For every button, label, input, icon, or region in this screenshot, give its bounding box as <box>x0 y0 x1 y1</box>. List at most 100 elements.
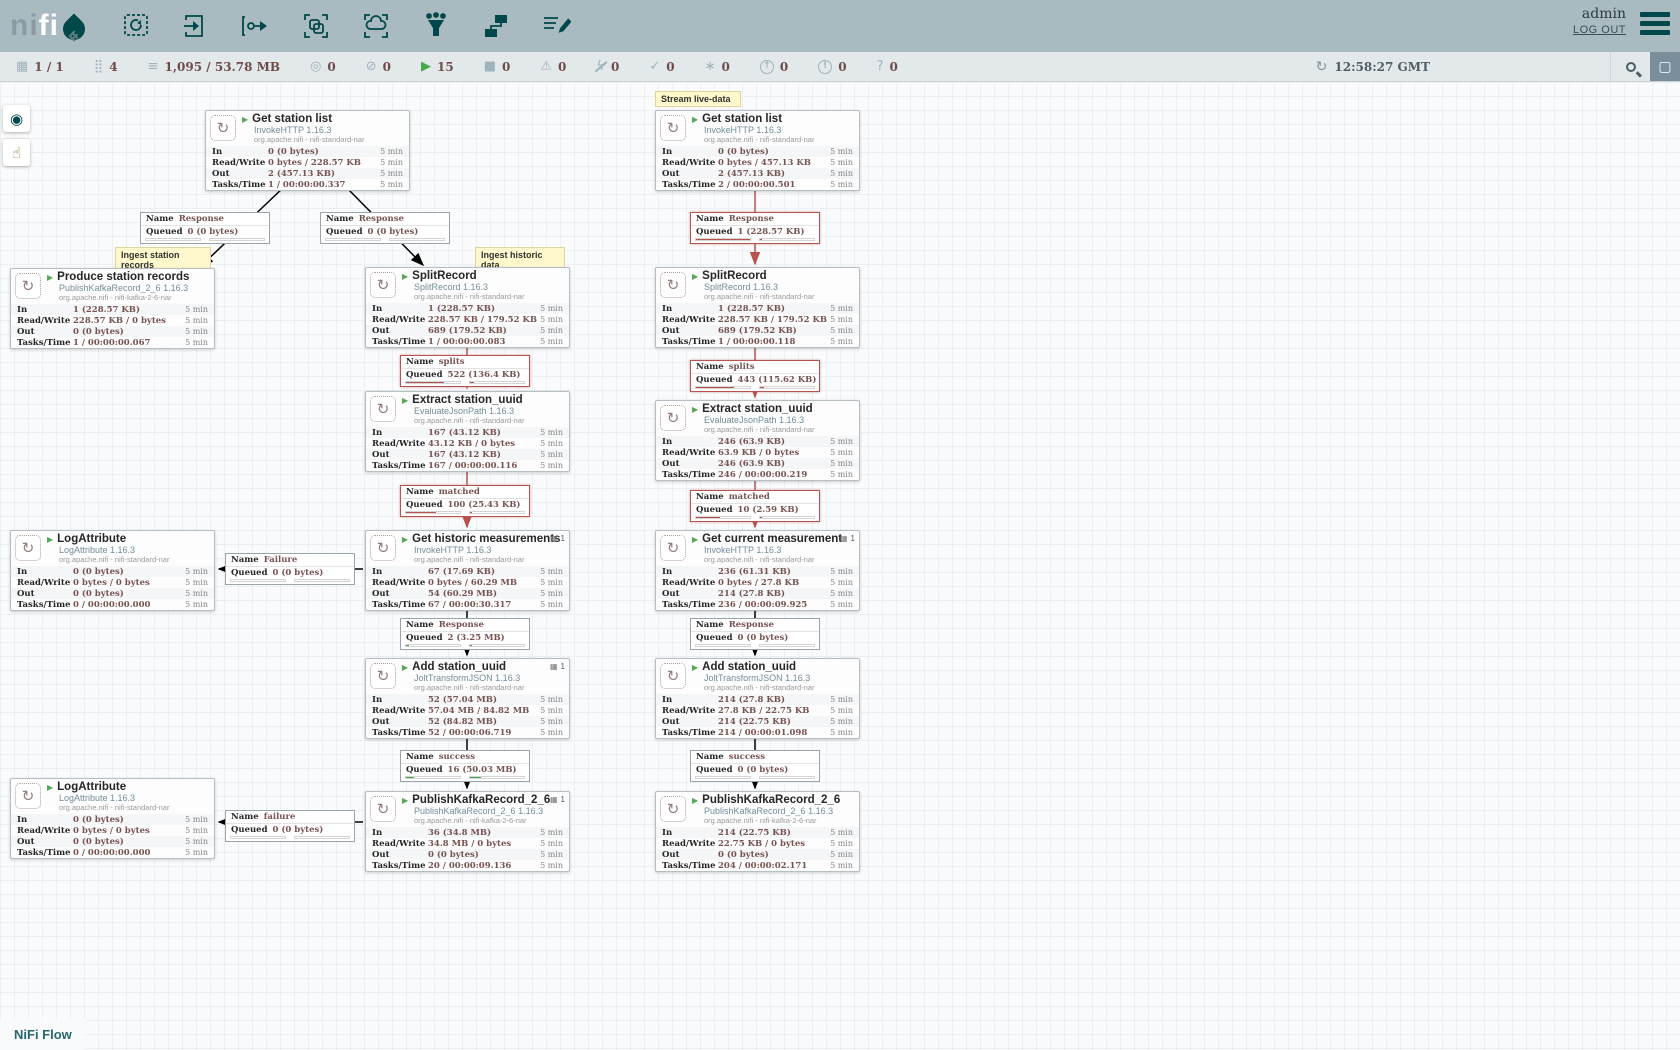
processor-bundle: org.apache.nifi - nifi-standard-nar <box>704 292 814 301</box>
processor-logattribute[interactable]: ▦ ↻ ▶ LogAttribute LogAttribute 1.16.3 o… <box>10 530 215 611</box>
backpressure-count-bar <box>230 836 286 839</box>
connection-name: success <box>439 752 475 762</box>
connection-response[interactable]: NameResponse Queued1 (228.57 KB) <box>690 212 820 244</box>
output-port-tool-button[interactable] <box>239 10 273 42</box>
connection-response[interactable]: NameResponse Queued0 (0 bytes) <box>690 618 820 650</box>
processor-stat-row: Read/Write 57.04 MB / 84.82 MB 5 min <box>366 705 569 716</box>
backpressure-size-bar <box>759 776 815 779</box>
connection-failure[interactable]: Namefailure Queued0 (0 bytes) <box>225 810 355 842</box>
stat-label: Tasks/Time <box>17 600 73 610</box>
processor-add-station-uuid[interactable]: ▦ 1 ↻ ▶ Add station_uuid JoltTransformJS… <box>365 658 570 739</box>
stat-value: 54 (60.29 MB) <box>428 589 537 599</box>
label-stream-live-data[interactable]: Stream live-data <box>655 91 741 107</box>
processor-tool-button[interactable] <box>119 10 153 42</box>
stat-label: Out <box>212 169 268 179</box>
connection-name-key: Name <box>696 752 724 762</box>
stat-value: 0 (0 bytes) <box>73 837 182 847</box>
stat-label: In <box>372 428 428 438</box>
processor-stat-row: Out 214 (22.75 KB) 5 min <box>656 716 859 727</box>
stat-period: 5 min <box>827 147 853 156</box>
logout-link[interactable]: LOG OUT <box>1573 24 1626 36</box>
status-value: 15 <box>437 60 454 74</box>
processor-bundle: org.apache.nifi - nifi-standard-nar <box>254 135 364 144</box>
stat-label: Tasks/Time <box>662 728 718 738</box>
processor-get-station-list[interactable]: ▦ ↻ ▶ Get station list InvokeHTTP 1.16.3… <box>655 110 860 191</box>
disabled-icon: ϟ <box>596 60 605 74</box>
connection-name-key: Name <box>326 214 354 224</box>
connection-name-key: Name <box>406 487 434 497</box>
stat-label: Out <box>17 327 73 337</box>
connection-failure[interactable]: NameFailure Queued0 (0 bytes) <box>225 553 355 585</box>
processor-name: LogAttribute <box>57 533 126 545</box>
connection-response[interactable]: NameResponse Queued0 (0 bytes) <box>320 212 450 244</box>
connection-queued-key: Queued <box>406 633 443 643</box>
input-port-tool-button[interactable] <box>179 10 213 42</box>
processor-splitrecord[interactable]: ▦ ↻ ▶ SplitRecord SplitRecord 1.16.3 org… <box>655 267 860 348</box>
label-tool-button[interactable] <box>539 10 573 42</box>
processor-produce-station-records[interactable]: ▦ ↻ ▶ Produce station records PublishKaf… <box>10 268 215 349</box>
backpressure-size-bar <box>209 238 265 241</box>
stat-label: Tasks/Time <box>372 861 428 871</box>
stat-period: 5 min <box>827 567 853 576</box>
backpressure-bars <box>401 511 529 516</box>
processor-get-historic-measurements[interactable]: ▦ 1 ↻ ▶ Get historic measurements Invoke… <box>365 530 570 611</box>
global-menu-button[interactable] <box>1640 8 1670 39</box>
connection-response[interactable]: NameResponse Queued0 (0 bytes) <box>140 212 270 244</box>
search-button[interactable] <box>1610 52 1650 81</box>
stat-label: Tasks/Time <box>372 337 428 347</box>
processor-stamp-icon: ↻ <box>660 535 686 561</box>
status-value: 0 <box>838 60 846 74</box>
processor-get-station-list[interactable]: ▦ ↻ ▶ Get station list InvokeHTTP 1.16.3… <box>205 110 410 191</box>
process-group-tool-button[interactable] <box>299 10 333 42</box>
connection-matched[interactable]: Namematched Queued100 (25.43 KB) <box>400 485 530 517</box>
stat-period: 5 min <box>827 437 853 446</box>
processor-stat-row: Read/Write 27.8 KB / 22.75 KB 5 min <box>656 705 859 716</box>
connection-matched[interactable]: Namematched Queued10 (2.59 KB) <box>690 490 820 522</box>
connection-name: Response <box>439 620 484 630</box>
connection-splits[interactable]: Namesplits Queued522 (136.4 KB) <box>400 355 530 387</box>
processor-name: Extract station_uuid <box>412 394 523 406</box>
processor-stat-row: In 0 (0 bytes) 5 min <box>11 566 214 577</box>
connection-splits[interactable]: Namesplits Queued443 (115.62 KB) <box>690 360 820 392</box>
refresh-button[interactable]: ↻ 12:58:27 GMT <box>1316 60 1430 74</box>
stat-label: Out <box>372 589 428 599</box>
breadcrumb[interactable]: NiFi Flow <box>0 1019 86 1050</box>
processor-stat-row: Read/Write 228.57 KB / 179.52 KB 5 min <box>366 314 569 325</box>
running-status-icon: ▶ <box>692 663 698 672</box>
processor-extract-station-uuid[interactable]: ▦ ↻ ▶ Extract station_uuid EvaluateJsonP… <box>365 391 570 472</box>
connection-success[interactable]: Namesuccess Queued0 (0 bytes) <box>690 750 820 782</box>
backpressure-bars <box>691 644 819 649</box>
processor-extract-station-uuid[interactable]: ▦ ↻ ▶ Extract station_uuid EvaluateJsonP… <box>655 400 860 481</box>
operate-palette-button[interactable]: ☝ <box>3 139 30 166</box>
processor-get-current-measurement[interactable]: ▦ 1 ↻ ▶ Get current measurement InvokeHT… <box>655 530 860 611</box>
connection-name-key: Name <box>406 752 434 762</box>
connection-success[interactable]: Namesuccess Queued16 (50.03 MB) <box>400 750 530 782</box>
processor-splitrecord[interactable]: ▦ ↻ ▶ SplitRecord SplitRecord 1.16.3 org… <box>365 267 570 348</box>
stat-value: 0 bytes / 60.29 MB <box>428 578 537 588</box>
stat-period: 5 min <box>827 850 853 859</box>
connection-queued-key: Queued <box>146 227 183 237</box>
remote-process-group-tool-button[interactable] <box>359 10 393 42</box>
processor-stat-row: Read/Write 43.12 KB / 0 bytes 5 min <box>366 438 569 449</box>
template-tool-button[interactable] <box>479 10 513 42</box>
stat-period: 5 min <box>537 861 563 870</box>
processor-stamp-icon: ↻ <box>370 396 396 422</box>
status-item: ↑ 0 <box>760 60 788 74</box>
stat-period: 5 min <box>377 147 403 156</box>
funnel-tool-button[interactable] <box>419 10 453 42</box>
processor-logattribute[interactable]: ▦ ↻ ▶ LogAttribute LogAttribute 1.16.3 o… <box>10 778 215 859</box>
stat-label: In <box>662 304 718 314</box>
modified-stale-icon: ! <box>818 60 832 74</box>
stat-label: Read/Write <box>17 578 73 588</box>
processor-publishkafkarecord-2-6[interactable]: ▦ ↻ ▶ PublishKafkaRecord_2_6 PublishKafk… <box>655 791 860 872</box>
processor-publishkafkarecord-2-6[interactable]: ▦ 1 ↻ ▶ PublishKafkaRecord_2_6 PublishKa… <box>365 791 570 872</box>
stat-period: 5 min <box>827 158 853 167</box>
settings-panel-toggle[interactable]: ▢ <box>1650 52 1680 81</box>
navigate-palette-button[interactable]: ◉ <box>3 105 30 132</box>
connection-name: failure <box>264 812 296 822</box>
processor-add-station-uuid[interactable]: ▦ ↻ ▶ Add station_uuid JoltTransformJSON… <box>655 658 860 739</box>
connection-response[interactable]: NameResponse Queued2 (3.25 MB) <box>400 618 530 650</box>
flow-canvas[interactable]: ◉ ☝ NiFi Flow Ingest station recordsInge… <box>0 82 1680 1050</box>
processor-stat-row: Out 0 (0 bytes) 5 min <box>11 326 214 337</box>
badge-count: 1 <box>561 534 565 543</box>
